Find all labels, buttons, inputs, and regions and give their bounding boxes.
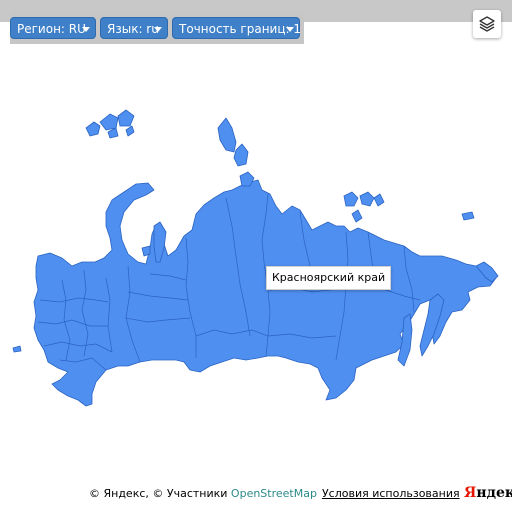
osm-link[interactable]: OpenStreetMap	[231, 487, 317, 500]
copyright-text: © Яндекс, © Участники	[89, 487, 231, 500]
new-siberian-islands-1	[343, 191, 359, 207]
new-siberian-islands-4	[351, 209, 363, 223]
franz-josef-land-2	[99, 113, 119, 131]
region-tooltip: Красноярский край	[266, 266, 392, 290]
terms-link[interactable]: Условия использования	[322, 487, 460, 500]
wrangel-island	[461, 211, 475, 221]
kaliningrad-exclave	[12, 345, 22, 353]
new-siberian-islands-3	[373, 193, 385, 207]
map-copyright: © Яндекс, © Участники OpenStreetMap Услов…	[89, 487, 460, 500]
new-siberian-islands-2	[359, 191, 375, 207]
russia-landmass	[33, 179, 497, 407]
yandex-logo[interactable]: Яндекс	[464, 485, 512, 501]
severnaya-zemlya	[217, 117, 237, 153]
severnaya-zemlya-2	[233, 143, 249, 167]
yandex-logo-rest: ндекс	[476, 485, 512, 501]
franz-josef-land-1	[85, 121, 101, 137]
yandex-logo-first-letter: Я	[464, 485, 477, 501]
franz-josef-land-5	[125, 125, 135, 137]
franz-josef-land-3	[117, 109, 135, 127]
russia-map[interactable]	[0, 0, 512, 512]
vaygach-island	[141, 245, 151, 257]
